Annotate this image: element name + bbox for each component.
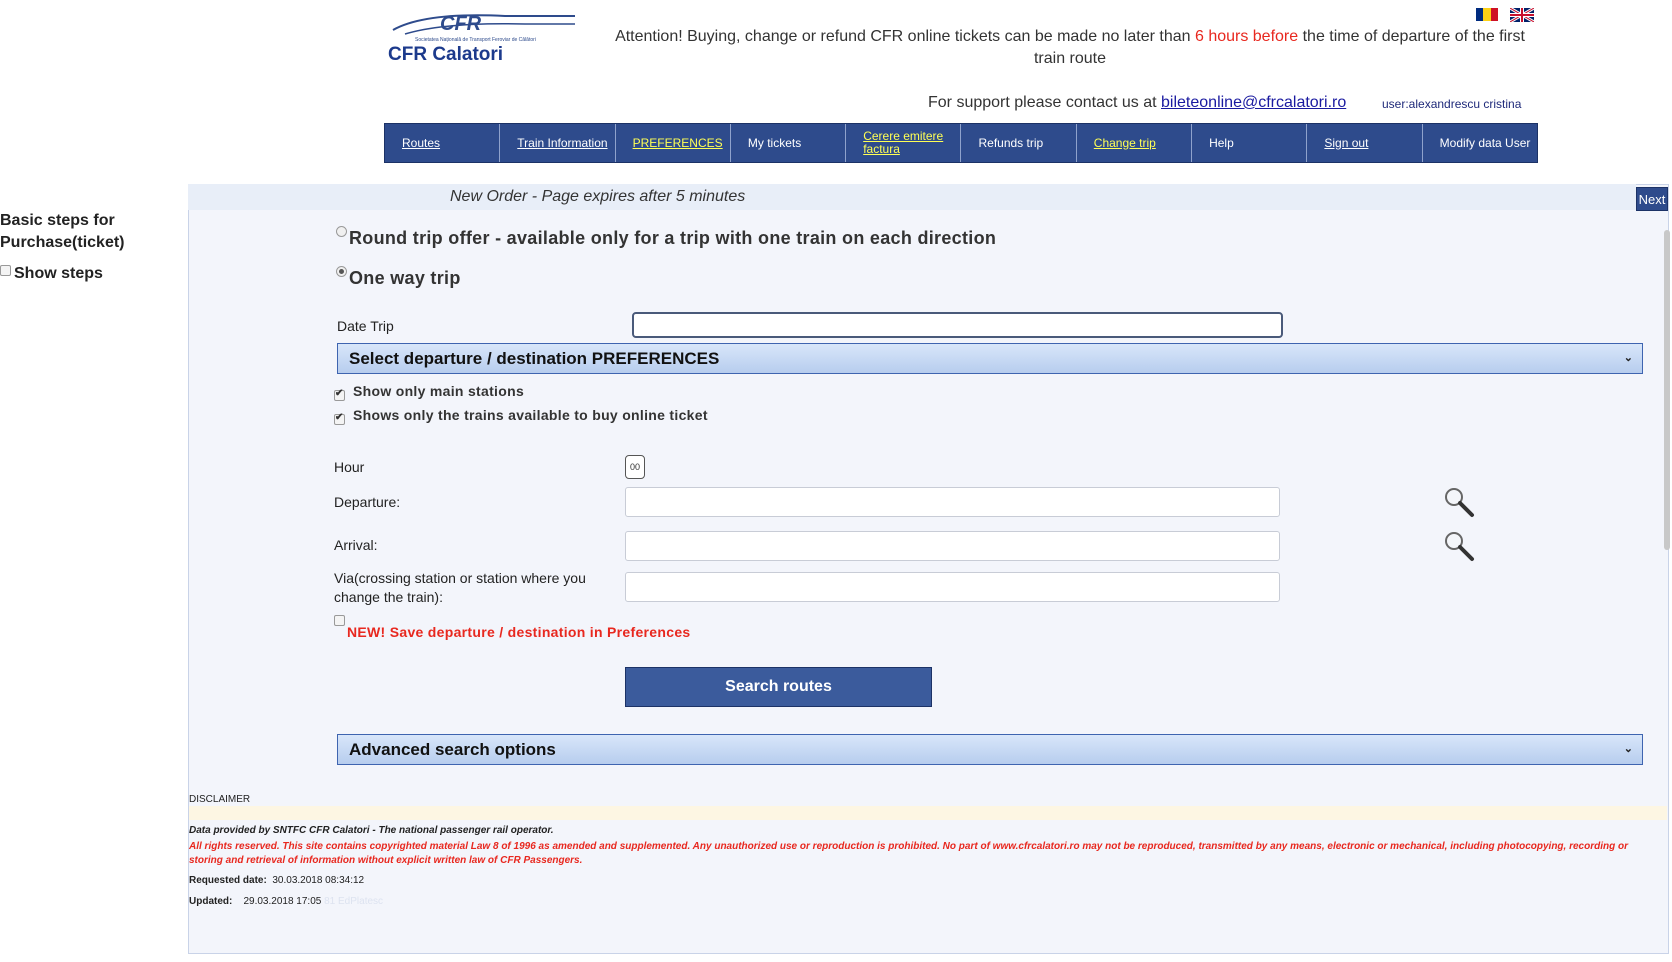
nav-my-tickets[interactable]: My tickets: [731, 124, 847, 162]
updated-label: Updated:: [189, 896, 233, 907]
requested-label: Requested date:: [189, 875, 267, 886]
logo-top-text: CFR: [440, 13, 482, 35]
show-steps-checkbox[interactable]: [0, 265, 11, 276]
date-trip-input[interactable]: [632, 312, 1283, 338]
requested-date: Requested date: 30.03.2018 08:34:12: [189, 875, 364, 886]
support-text: For support please contact us at: [928, 94, 1162, 111]
user-label: user:alexandrescu cristina: [1382, 97, 1522, 111]
support-email-link[interactable]: bileteonline@cfrcalatori.ro: [1161, 94, 1346, 111]
one-way-label: One way trip: [349, 268, 461, 288]
online-trains-checkbox[interactable]: [334, 412, 345, 425]
order-header-bar: [188, 184, 1636, 210]
hour-select[interactable]: 00: [625, 455, 645, 479]
nav-sign-out[interactable]: Sign out: [1307, 124, 1423, 162]
via-input[interactable]: [625, 572, 1280, 602]
updated-extra: 81 EdPlatesc: [324, 896, 384, 907]
main-nav: Routes Train Information PREFERENCES My …: [384, 123, 1538, 163]
cfr-logo: CFR Societatea Națională de Transport Fe…: [385, 8, 580, 65]
nav-change-trip[interactable]: Change trip: [1077, 124, 1193, 162]
nav-refunds-trip[interactable]: Refunds trip: [961, 124, 1077, 162]
round-trip-option[interactable]: Round trip offer - available only for a …: [336, 226, 997, 249]
logo-sub-text: Societatea Națională de Transport Ferovi…: [415, 37, 536, 43]
requested-value: 30.03.2018 08:34:12: [272, 875, 365, 886]
updated-value: 29.03.2018 17:05: [243, 896, 322, 907]
chevron-down-icon[interactable]: ⌄: [1624, 742, 1633, 755]
round-trip-label: Round trip offer - available only for a …: [349, 228, 997, 248]
main-stations-checkbox[interactable]: [334, 388, 345, 401]
basic-steps-title: Basic steps for Purchase(ticket): [0, 212, 125, 251]
via-label: Via(crossing station or station where yo…: [334, 570, 586, 605]
cfr-logo-icon: CFR Societatea Națională de Transport Fe…: [388, 13, 575, 65]
save-preferences-option[interactable]: NEW! Save departure / destination in Pre…: [334, 615, 691, 640]
disclaimer-heading: DISCLAIMER: [189, 794, 251, 805]
attention-notice: Attention! Buying, change or refund CFR …: [605, 26, 1535, 70]
romanian-flag-icon[interactable]: [1476, 8, 1498, 21]
order-title: New Order - Page expires after 5 minutes: [450, 188, 746, 205]
online-trains-label: Shows only the trains available to buy o…: [353, 407, 708, 423]
rights-text: All rights reserved. This site contains …: [189, 841, 1628, 866]
attention-pre: Attention! Buying, change or refund CFR …: [615, 28, 1195, 45]
attention-red: 6 hours before: [1194, 28, 1299, 45]
arrival-label: Arrival:: [334, 537, 378, 553]
nav-cerere-factura[interactable]: Cerere emitere factura: [846, 124, 962, 162]
show-steps-label: Show steps: [14, 265, 103, 282]
search-routes-button[interactable]: Search routes: [625, 667, 932, 707]
advanced-search-section-header[interactable]: Advanced search options ⌄: [337, 734, 1643, 765]
preferences-section-title: Select departure / destination PREFERENC…: [349, 348, 720, 368]
data-provided-text: Data provided by SNTFC CFR Calatori - Th…: [189, 825, 554, 836]
scrollbar[interactable]: [1664, 230, 1670, 550]
disclaimer-band: [189, 806, 1667, 820]
online-trains-option[interactable]: Shows only the trains available to buy o…: [334, 407, 708, 425]
departure-label: Departure:: [334, 494, 401, 510]
departure-search-icon[interactable]: [1442, 485, 1476, 519]
hour-label: Hour: [334, 459, 365, 475]
support-line: For support please contact us at bileteo…: [928, 94, 1346, 112]
nav-train-information[interactable]: Train Information: [500, 124, 616, 162]
nav-modify-user[interactable]: Modify data User: [1423, 124, 1537, 162]
logo-main-text: CFR Calatori: [388, 44, 503, 63]
nav-routes[interactable]: Routes: [385, 124, 501, 162]
arrival-input[interactable]: [625, 531, 1280, 561]
save-preferences-checkbox[interactable]: [334, 615, 345, 626]
arrival-search-icon[interactable]: [1442, 529, 1476, 563]
date-trip-label: Date Trip: [337, 318, 394, 334]
english-flag-icon[interactable]: [1509, 6, 1535, 24]
next-button[interactable]: Next: [1636, 187, 1668, 211]
round-trip-radio[interactable]: [336, 226, 347, 237]
nav-preferences[interactable]: PREFERENCES: [616, 124, 731, 162]
chevron-down-icon[interactable]: ⌄: [1624, 351, 1633, 364]
one-way-option[interactable]: One way trip: [336, 266, 461, 289]
one-way-radio[interactable]: [336, 266, 347, 277]
departure-input[interactable]: [625, 487, 1280, 517]
save-preferences-label: NEW! Save departure / destination in Pre…: [347, 624, 691, 640]
main-stations-option[interactable]: Show only main stations: [334, 383, 524, 401]
preferences-section-header[interactable]: Select departure / destination PREFERENC…: [337, 343, 1643, 374]
show-steps-toggle[interactable]: Show steps: [0, 265, 103, 283]
main-stations-label: Show only main stations: [353, 383, 525, 399]
advanced-search-title: Advanced search options: [349, 739, 556, 759]
updated-date: Updated: 29.03.2018 17:05 81 EdPlatesc: [189, 896, 383, 907]
nav-help[interactable]: Help: [1192, 124, 1308, 162]
